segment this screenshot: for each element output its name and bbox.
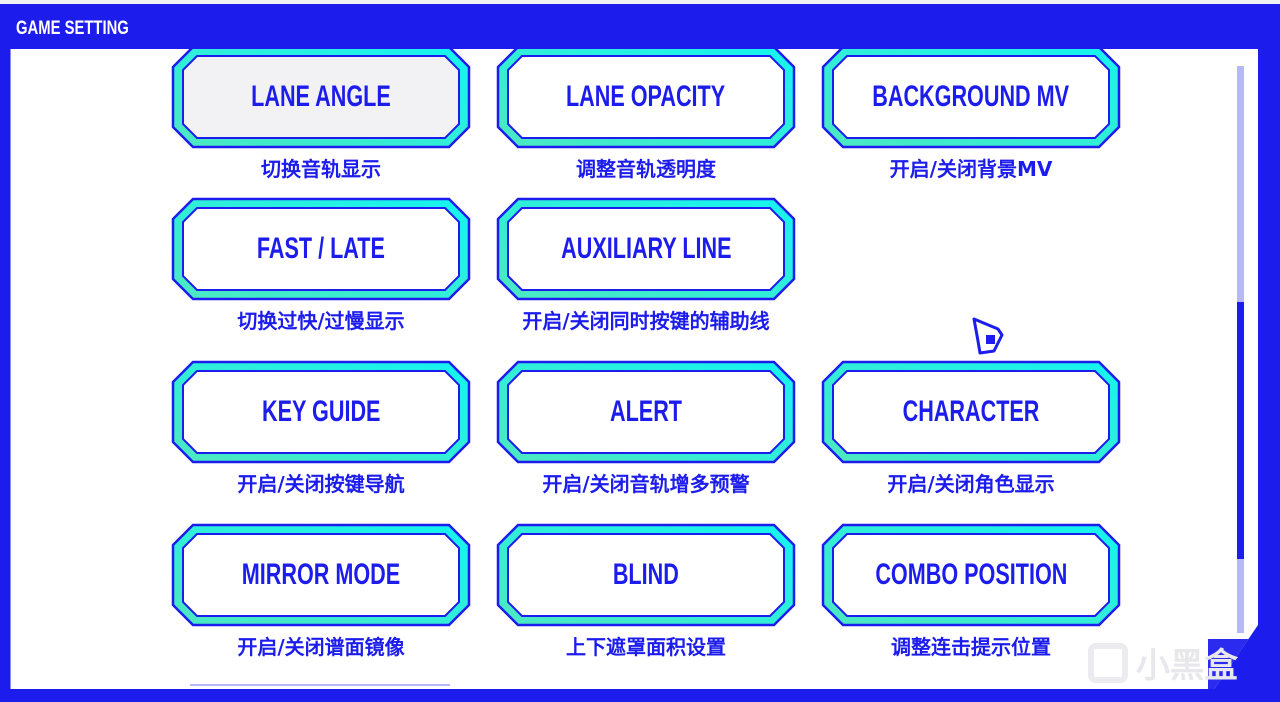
mirror-mode-button[interactable]: MIRROR MODE: [171, 523, 471, 627]
setting-fast-late: FAST / LATE 切换过快/过慢显示: [171, 197, 471, 357]
mirror-mode-description: 开启/关闭谱面镜像: [237, 635, 405, 659]
fast-late-label: FAST / LATE: [256, 232, 386, 265]
next-row-edge: [190, 684, 450, 686]
setting-character: CHARACTER 开启/关闭角色显示: [821, 360, 1121, 520]
combo-position-label: COMBO POSITION: [874, 558, 1068, 591]
setting-mirror-mode: MIRROR MODE 开启/关闭谱面镜像: [171, 523, 471, 683]
background-mv-label: BACKGROUND MV: [872, 80, 1070, 113]
combo-position-description: 调整连击提示位置: [891, 635, 1051, 659]
alert-label: ALERT: [610, 395, 682, 428]
watermark-logo-icon: [1088, 642, 1128, 683]
auxiliary-line-description: 开启/关闭同时按键的辅助线: [522, 309, 770, 333]
lane-opacity-button[interactable]: LANE OPACITY: [496, 49, 796, 149]
background-mv-description: 开启/关闭背景MV: [889, 157, 1053, 181]
setting-combo-position: COMBO POSITION 调整连击提示位置: [821, 523, 1121, 683]
blind-button[interactable]: BLIND: [496, 523, 796, 627]
lane-opacity-description: 调整音轨透明度: [576, 157, 716, 181]
cursor-icon: [968, 315, 1008, 355]
setting-background-mv: BACKGROUND MV 开启/关闭背景MV: [821, 49, 1121, 205]
setting-blind: BLIND 上下遮罩面积设置: [496, 523, 796, 683]
blind-description: 上下遮罩面积设置: [566, 635, 726, 659]
setting-lane-angle: LANE ANGLE 切换音轨显示: [171, 49, 471, 205]
blind-label: BLIND: [613, 558, 679, 591]
lane-angle-button[interactable]: LANE ANGLE: [171, 49, 471, 149]
setting-key-guide: KEY GUIDE 开启/关闭按键导航: [171, 360, 471, 520]
scrollbar-thumb[interactable]: [1237, 302, 1244, 559]
setting-auxiliary-line: AUXILIARY LINE 开启/关闭同时按键的辅助线: [496, 197, 796, 357]
watermark-text: 小黑盒: [1136, 646, 1238, 686]
lane-opacity-label: LANE OPACITY: [566, 80, 726, 113]
fast-late-description: 切换过快/过慢显示: [237, 309, 405, 333]
fast-late-button[interactable]: FAST / LATE: [171, 197, 471, 301]
lane-angle-label: LANE ANGLE: [251, 80, 391, 113]
auxiliary-line-label: AUXILIARY LINE: [560, 232, 732, 265]
character-label: CHARACTER: [902, 395, 1040, 428]
key-guide-button[interactable]: KEY GUIDE: [171, 360, 471, 464]
key-guide-label: KEY GUIDE: [261, 395, 381, 428]
mirror-mode-label: MIRROR MODE: [241, 558, 401, 591]
alert-description: 开启/关闭音轨增多预警: [542, 472, 750, 496]
setting-lane-opacity: LANE OPACITY 调整音轨透明度: [496, 49, 796, 205]
lane-angle-description: 切换音轨显示: [261, 157, 381, 181]
character-button[interactable]: CHARACTER: [821, 360, 1121, 464]
auxiliary-line-button[interactable]: AUXILIARY LINE: [496, 197, 796, 301]
character-description: 开启/关闭角色显示: [887, 472, 1055, 496]
window-title: GAME SETTING: [16, 18, 129, 39]
watermark: 小黑盒: [1088, 638, 1238, 687]
key-guide-description: 开启/关闭按键导航: [237, 472, 405, 496]
background-mv-button[interactable]: BACKGROUND MV: [821, 49, 1121, 149]
alert-button[interactable]: ALERT: [496, 360, 796, 464]
settings-panel: LANE ANGLE 切换音轨显示 LANE OPACITY 调整音轨透明度 B…: [10, 49, 1258, 689]
setting-alert: ALERT 开启/关闭音轨增多预警: [496, 360, 796, 520]
title-bar: GAME SETTING: [0, 4, 1280, 50]
settings-grid: LANE ANGLE 切换音轨显示 LANE OPACITY 调整音轨透明度 B…: [11, 49, 1258, 689]
combo-position-button[interactable]: COMBO POSITION: [821, 523, 1121, 627]
